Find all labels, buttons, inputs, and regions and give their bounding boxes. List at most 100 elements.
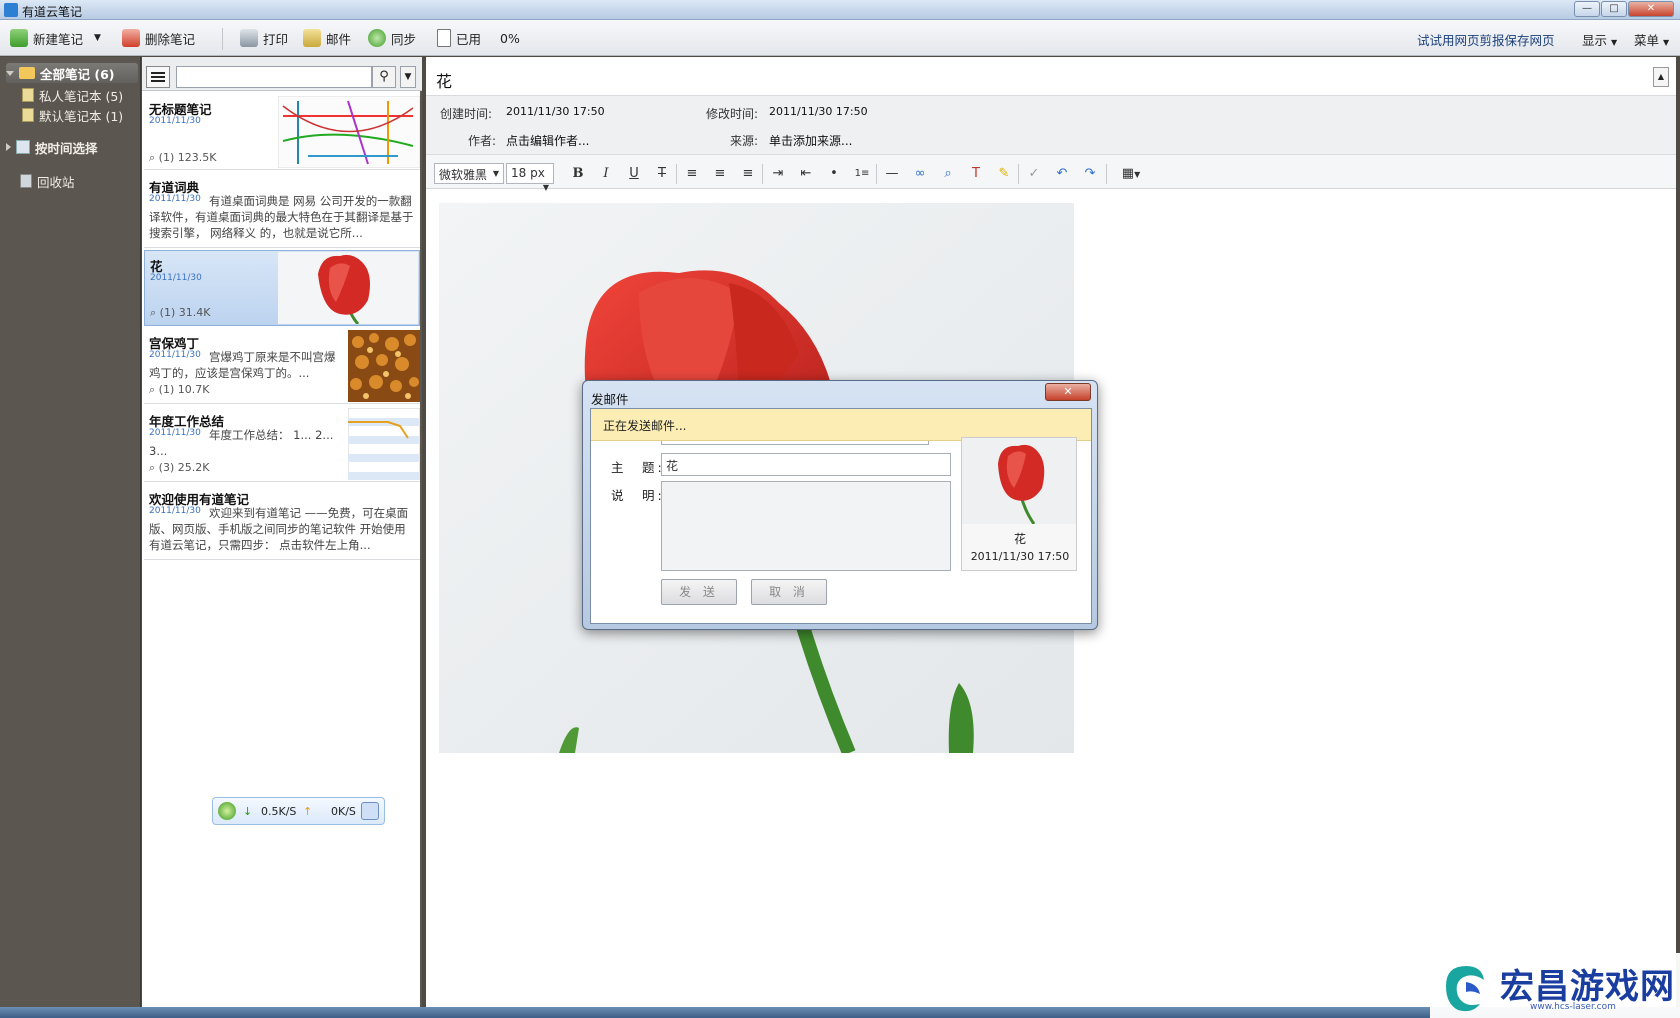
source-label: 来源: [730,134,759,148]
watermark-url: www.hcs-laser.com [1530,1002,1616,1012]
list-menu-button[interactable] [146,66,170,88]
description-label: 说 明: [611,488,665,503]
note-item-dictionary[interactable]: 有道词典 2011/11/30 有道桌面词典是 网易 公司开发的一款翻译软件，有… [144,172,420,248]
modified-label: 修改时间: [706,107,759,121]
align-center-icon[interactable]: ≡ [710,164,730,184]
numbered-list-icon[interactable]: 1≡ [852,164,872,184]
mail-button[interactable]: 邮件 [303,28,351,48]
dialog-body: 正在发送邮件... 主 题: 花 说 明: 发 送 取 消 花 2011/11/… [590,408,1092,624]
notebook-sidebar: 全部笔记 (6) 私人笔记本 (5) 默认笔记本 (1) 按时间选择 回收站 [0,57,141,1007]
delete-note-label: 删除笔记 [145,31,196,47]
main-toolbar: 新建笔记 ▼ 删除笔记 打印 邮件 同步 已用 0% 试试用网页剪报保存网页 显… [0,20,1680,56]
note-attachment-info: ⌕ (1) 123.5K [149,151,216,165]
note-item-kungpao[interactable]: 宫保鸡丁 2011/11/30 宫爆鸡丁原来是不叫宫爆鸡丁的，应该是宫保鸡丁的。… [144,328,420,404]
attachment-icon[interactable]: ⌕ [938,164,958,184]
undo-icon[interactable]: ↶ [1052,164,1072,184]
note-item-untitled[interactable]: 无标题笔记 2011/11/30 ⌕ (1) 123.5K [144,94,420,170]
sidebar-item-default-notebook[interactable]: 默认笔记本 (1) [22,105,138,125]
speed-settings-icon[interactable] [361,802,379,820]
chevron-down-icon[interactable]: ▼ [94,33,101,43]
redo-icon[interactable]: ↷ [1080,164,1100,184]
insert-table-icon[interactable]: ▦▼ [1114,164,1148,184]
search-icon[interactable]: ⚲ [372,66,396,88]
horizontal-rule-icon[interactable]: — [882,164,902,184]
send-button[interactable]: 发 送 [661,579,737,605]
note-date: 2011/11/30 [150,273,202,283]
preview-date: 2011/11/30 17:50 [970,550,1070,563]
tulip-thumbnail [278,252,418,324]
delete-icon [122,29,140,47]
upload-arrow-icon: ↑ [303,805,313,818]
font-family-value: 微软雅黑 [439,168,488,182]
maximize-button[interactable]: □ [1601,1,1627,17]
chevron-down-icon: ▼ [1663,38,1670,47]
printer-icon [240,29,258,47]
align-left-icon[interactable]: ≡ [682,164,702,184]
outdent-icon[interactable]: ⇤ [796,164,816,184]
underline-button[interactable]: U [624,164,644,184]
strikethrough-button[interactable]: T [652,164,672,184]
text-color-icon[interactable]: T [966,164,986,184]
author-field[interactable]: 点击编辑作者... [506,132,589,149]
note-item-welcome[interactable]: 欢迎使用有道笔记 2011/11/30 欢迎来到有道笔记 ——免费，可在桌面版、… [144,484,420,560]
window-titlebar: 有道云笔记 — □ ✕ [0,0,1680,20]
close-button[interactable]: ✕ [1628,1,1674,17]
sidebar-item-all-notes[interactable]: 全部笔记 (6) [6,63,138,83]
sidebar-item-trash[interactable]: 回收站 [20,171,152,191]
sidebar-item-by-time[interactable]: 按时间选择 [6,137,138,157]
cancel-button[interactable]: 取 消 [751,579,827,605]
bullet-list-icon[interactable]: • [824,164,844,184]
note-item-flower[interactable]: 花 2011/11/30 ⌕ (1) 31.4K [144,250,420,326]
sidebar-item-label: 默认笔记本 (1) [39,108,124,124]
print-button[interactable]: 打印 [240,28,288,48]
display-menu[interactable]: 显示 ▼ [1582,30,1617,49]
subject-label: 主 题: [611,460,665,475]
dialog-close-button[interactable]: ✕ [1045,383,1091,401]
note-attachment-info: ⌕ (1) 31.4K [150,306,210,320]
new-note-label: 新建笔记 [33,31,84,47]
search-input[interactable] [176,66,372,88]
expand-icon[interactable] [6,143,11,151]
format-divider [762,164,763,184]
network-speed-widget[interactable]: ↓ 0.5K/S ↑ 0K/S [212,797,385,825]
source-field[interactable]: 单击添加来源... [769,132,852,149]
indent-icon[interactable]: ⇥ [768,164,788,184]
font-size-select[interactable]: 18 px ▼ [506,163,554,192]
print-label: 打印 [263,31,289,47]
search-options-dropdown[interactable]: ▼ [400,66,416,88]
toolbar-divider [222,28,223,50]
note-item-annual-summary[interactable]: 年度工作总结 2011/11/30 年度工作总结： 1... 2... 3...… [144,406,420,482]
main-menu[interactable]: 菜单 ▼ [1634,30,1669,49]
tulip-preview-thumbnail [962,438,1076,524]
web-clip-link[interactable]: 试试用网页剪报保存网页 [1417,30,1555,49]
new-note-button[interactable]: 新建笔记 ▼ [10,28,101,48]
paperclip-icon: ⌕ [149,383,156,396]
description-field[interactable] [661,481,951,571]
note-date: 2011/11/30 [149,116,201,126]
note-excerpt: 欢迎来到有道笔记 ——免费，可在桌面版、网页版、手机版之间同步的笔记软件 开始使… [149,506,409,552]
sync-button[interactable]: 同步 [368,28,416,48]
watermark-text: 宏昌游戏网 [1500,967,1675,1007]
collapse-arrow-icon[interactable]: ▲ [1653,67,1669,87]
upload-speed: 0K/S [331,805,356,818]
app-icon [4,3,18,17]
align-right-icon[interactable]: ≡ [738,164,758,184]
sidebar-item-private-notebook[interactable]: 私人笔记本 (5) [22,85,138,105]
format-painter-icon[interactable]: ✓ [1024,164,1044,184]
font-family-select[interactable]: 微软雅黑 ▼ [434,163,504,184]
download-arrow-icon: ↓ [243,805,253,818]
note-title-field[interactable]: 花 [436,68,452,92]
bold-button[interactable]: B [568,164,588,184]
italic-button[interactable]: I [596,164,616,184]
notebook-icon [22,108,34,122]
subject-field[interactable]: 花 [661,453,951,476]
highlight-icon[interactable]: ✎ [994,164,1014,184]
minimize-button[interactable]: — [1574,1,1600,17]
send-mail-dialog: 发邮件 ✕ 正在发送邮件... 主 题: 花 说 明: 发 送 取 消 花 20… [582,380,1098,630]
search-bar: ⚲ ▼ [142,57,422,91]
expand-icon[interactable] [6,70,14,76]
link-icon[interactable]: ∞ [910,164,930,184]
delete-note-button[interactable]: 删除笔记 [122,28,195,48]
created-time: 2011/11/30 17:50 [506,105,605,118]
note-attachment-info: ⌕ (1) 10.7K [149,383,209,397]
